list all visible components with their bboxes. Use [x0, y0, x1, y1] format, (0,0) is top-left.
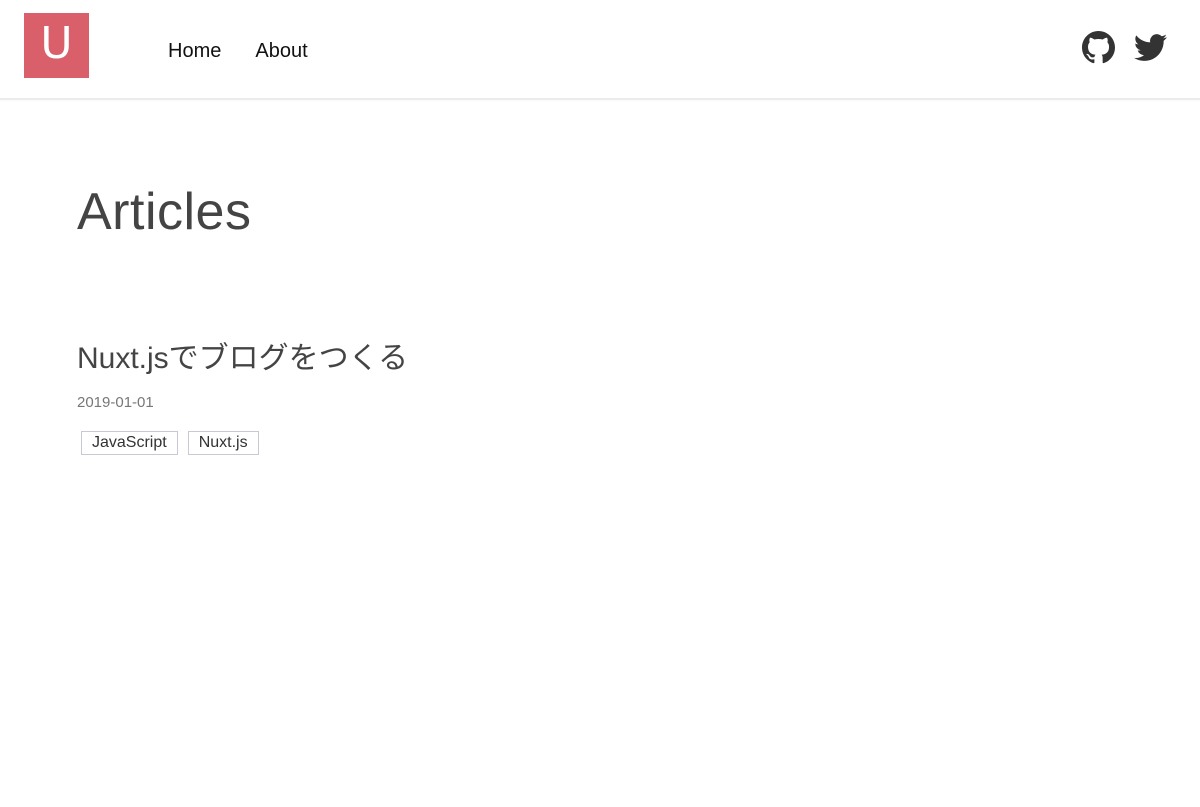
twitter-icon	[1134, 34, 1167, 61]
social-links	[1063, 31, 1167, 64]
article-item: Nuxt.jsでブログをつくる 2019-01-01 JavaScript Nu…	[77, 339, 1077, 455]
page-title: Articles	[77, 183, 252, 241]
github-link[interactable]	[1082, 31, 1115, 64]
nav-link-about[interactable]: About	[255, 38, 307, 64]
nav-link-home[interactable]: Home	[168, 38, 221, 64]
article-title-link[interactable]: Nuxt.jsでブログをつくる	[77, 339, 1077, 379]
github-icon	[1082, 31, 1115, 64]
main-nav: Home About	[168, 38, 342, 64]
tag-javascript[interactable]: JavaScript	[81, 431, 178, 455]
tag-nuxtjs[interactable]: Nuxt.js	[187, 431, 259, 455]
article-tags: JavaScript Nuxt.js	[81, 431, 1077, 455]
site-logo[interactable]: U	[24, 13, 89, 78]
site-header: U Home About	[0, 0, 1200, 100]
article-date: 2019-01-01	[77, 394, 154, 411]
twitter-link[interactable]	[1134, 31, 1167, 64]
main-content: Articles Nuxt.jsでブログをつくる 2019-01-01 Java…	[77, 180, 1077, 455]
logo-letter: U	[40, 17, 73, 69]
